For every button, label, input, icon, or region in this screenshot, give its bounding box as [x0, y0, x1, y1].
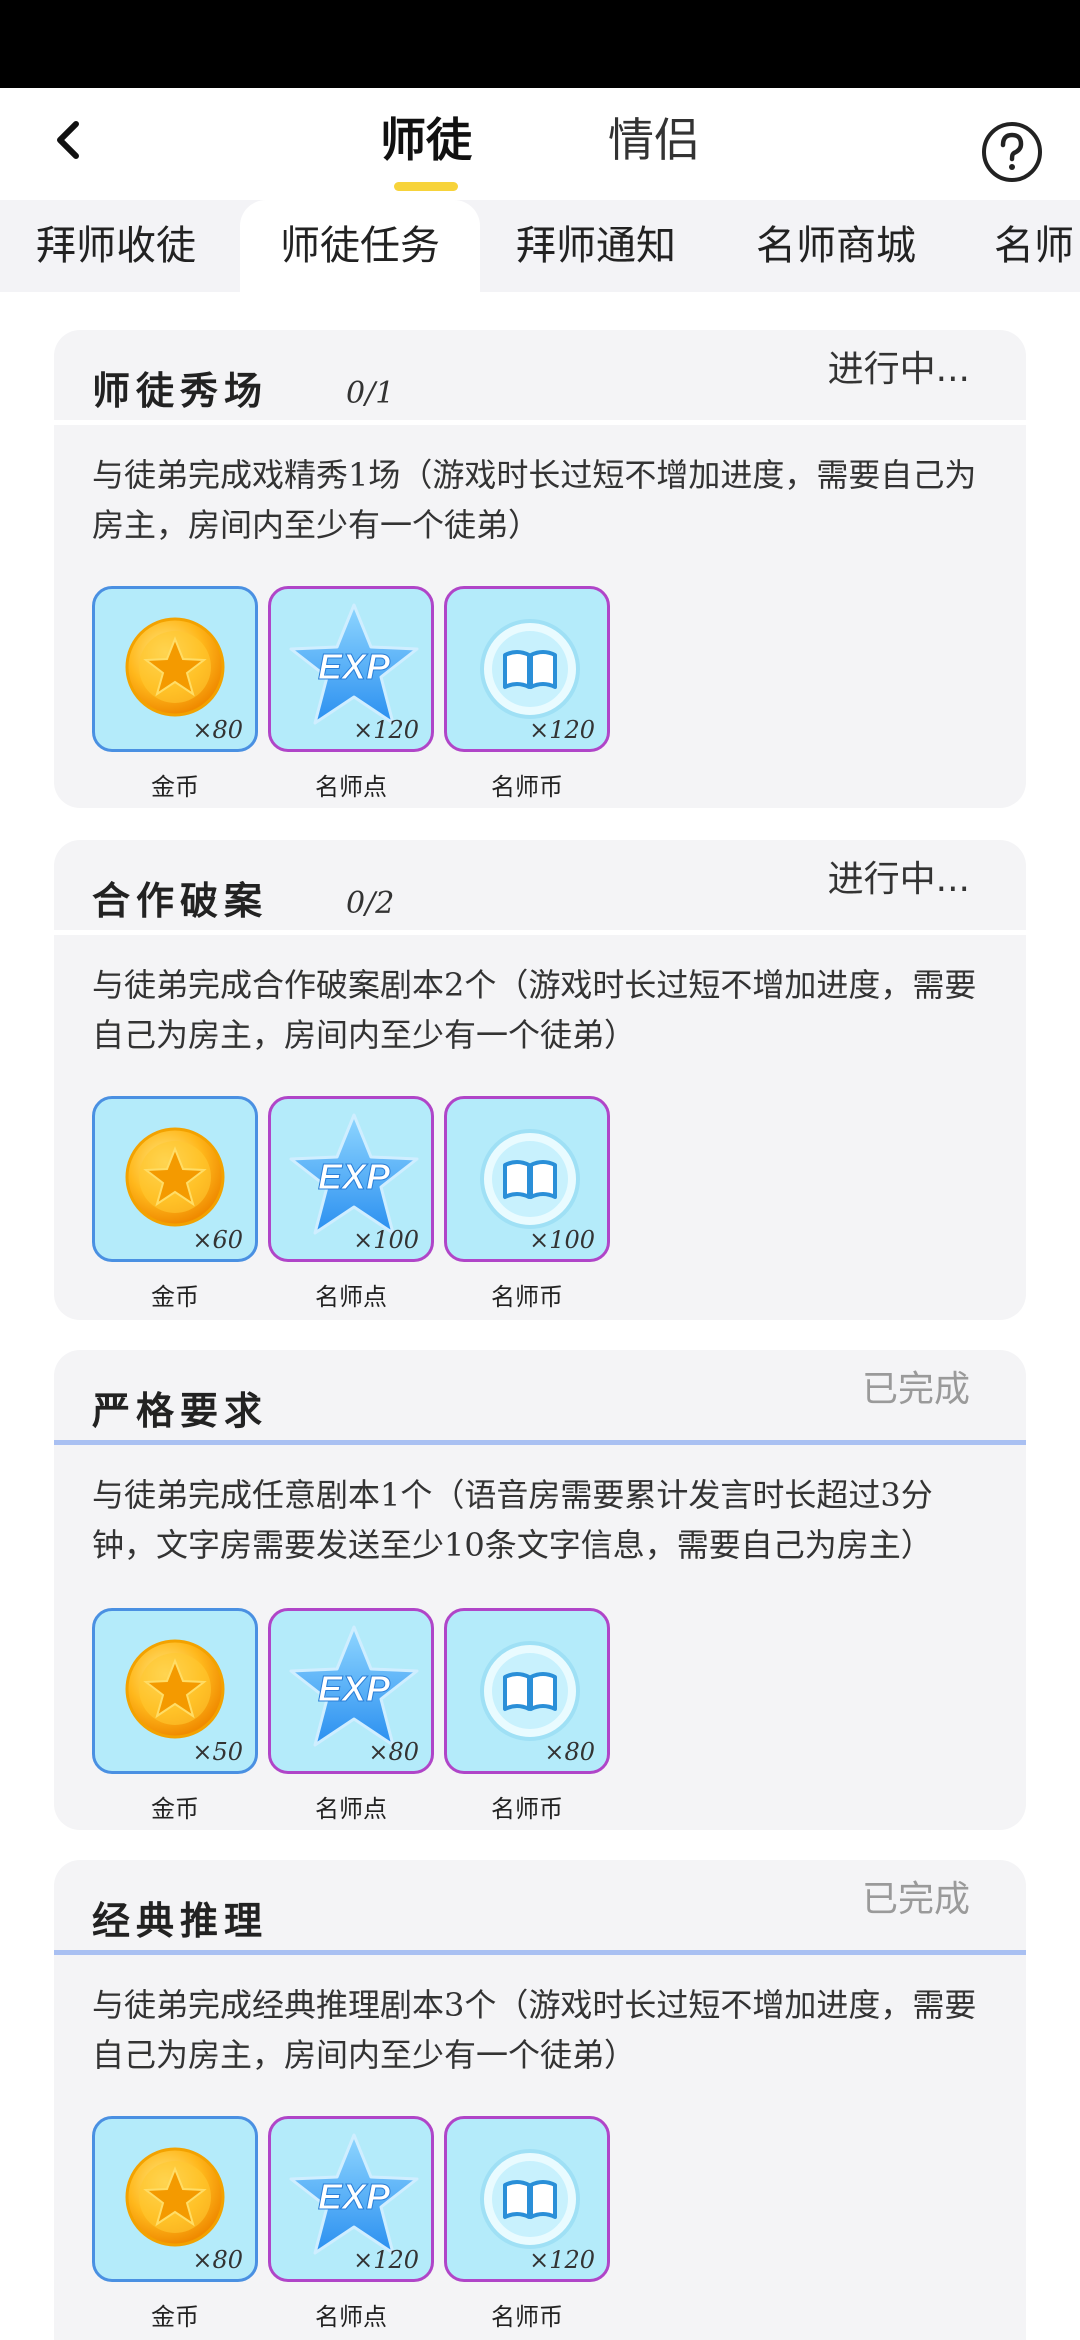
task-progress: 0/2: [346, 886, 395, 921]
back-button[interactable]: [40, 110, 100, 170]
task-card-header: 合作破案 0/2 进行中...: [54, 840, 1026, 935]
reward-icon-box: EXP ×80: [268, 1608, 434, 1774]
reward-item[interactable]: ×80 金币: [92, 2116, 258, 2340]
task-card-header: 经典推理 已完成: [54, 1860, 1026, 1955]
reward-list: ×50 金币 EXP ×80 名师点 ×80 名师币: [92, 1608, 632, 1848]
svg-text:EXP: EXP: [318, 1668, 391, 1709]
reward-icon-box: ×100: [444, 1096, 610, 1262]
sub-tab-bai-shi-tong-zhi[interactable]: 拜师通知: [516, 200, 676, 292]
reward-quantity: ×120: [353, 716, 419, 744]
task-title: 师徒秀场: [92, 368, 269, 413]
task-status: 进行中...: [827, 859, 970, 900]
reward-icon-box: ×80: [92, 586, 258, 752]
reward-quantity: ×50: [192, 1738, 243, 1766]
reward-quantity: ×60: [192, 1226, 243, 1254]
reward-name: 名师点: [315, 2303, 387, 2331]
reward-name: 名师点: [315, 1795, 387, 1823]
active-tab-indicator: [394, 182, 458, 191]
task-title: 合作破案: [92, 878, 269, 923]
header-divider: [54, 1440, 1026, 1445]
reward-icon-box: ×60: [92, 1096, 258, 1262]
question-circle-icon: [982, 122, 1042, 182]
reward-name: 名师点: [315, 773, 387, 801]
reward-item[interactable]: EXP ×120 名师点: [268, 586, 434, 826]
reward-name: 金币: [151, 773, 199, 801]
task-status: 已完成: [861, 1369, 970, 1410]
reward-item[interactable]: ×50 金币: [92, 1608, 258, 1848]
reward-item[interactable]: EXP ×80 名师点: [268, 1608, 434, 1848]
reward-name: 名师币: [491, 1795, 563, 1823]
reward-quantity: ×120: [529, 2246, 595, 2274]
sub-tab-shi-tu-ren-wu[interactable]: 师徒任务: [240, 200, 480, 292]
task-description: 与徒弟完成任意剧本1个（语音房需要累计发言时长超过3分钟，文字房需要发送至少10…: [92, 1476, 933, 1564]
sub-tab-bar: 拜师收徒 师徒任务 拜师通知 名师商城 名师: [0, 200, 1080, 292]
reward-item[interactable]: ×120 名师币: [444, 586, 610, 826]
svg-text:EXP: EXP: [318, 646, 391, 687]
reward-icon-box: EXP ×120: [268, 2116, 434, 2282]
header-divider: [54, 1950, 1026, 1955]
reward-icon-box: ×80: [92, 2116, 258, 2282]
sub-tab-ming-shi-shang-cheng[interactable]: 名师商城: [756, 200, 916, 292]
task-title: 经典推理: [92, 1898, 269, 1943]
sub-tab-ming-shi[interactable]: 名师: [994, 200, 1074, 292]
reward-icon-box: ×80: [444, 1608, 610, 1774]
task-title: 严格要求: [92, 1388, 269, 1433]
task-card: 师徒秀场 0/1 进行中... 与徒弟完成戏精秀1场（游戏时长过短不增加进度，需…: [54, 330, 1026, 808]
reward-name: 名师点: [315, 1283, 387, 1311]
task-description: 与徒弟完成经典推理剧本3个（游戏时长过短不增加进度，需要自己为房主，房间内至少有…: [92, 1986, 977, 2074]
reward-quantity: ×80: [368, 1738, 419, 1766]
reward-item[interactable]: ×100 名师币: [444, 1096, 610, 1336]
svg-text:EXP: EXP: [318, 1156, 391, 1197]
task-card: 合作破案 0/2 进行中... 与徒弟完成合作破案剧本2个（游戏时长过短不增加进…: [54, 840, 1026, 1320]
reward-quantity: ×80: [192, 2246, 243, 2274]
reward-name: 名师币: [491, 2303, 563, 2331]
reward-icon-box: ×120: [444, 586, 610, 752]
reward-name: 名师币: [491, 773, 563, 801]
reward-list: ×60 金币 EXP ×100 名师点 ×100 名师币: [92, 1096, 632, 1336]
reward-list: ×80 金币 EXP ×120 名师点 ×120 名师币: [92, 586, 632, 826]
reward-item[interactable]: ×80 金币: [92, 586, 258, 826]
chevron-left-icon: [57, 121, 79, 159]
task-description: 与徒弟完成合作破案剧本2个（游戏时长过短不增加进度，需要自己为房主，房间内至少有…: [92, 966, 977, 1054]
reward-quantity: ×100: [529, 1226, 595, 1254]
task-card-header: 严格要求 已完成: [54, 1350, 1026, 1445]
task-card-header: 师徒秀场 0/1 进行中...: [54, 330, 1026, 425]
reward-list: ×80 金币 EXP ×120 名师点 ×120 名师币: [92, 2116, 632, 2340]
reward-quantity: ×100: [353, 1226, 419, 1254]
task-progress: 0/1: [346, 376, 395, 411]
reward-quantity: ×120: [353, 2246, 419, 2274]
reward-icon-box: EXP ×100: [268, 1096, 434, 1262]
svg-text:EXP: EXP: [318, 2176, 391, 2217]
help-button[interactable]: [980, 120, 1044, 184]
task-card: 经典推理 已完成 与徒弟完成经典推理剧本3个（游戏时长过短不增加进度，需要自己为…: [54, 1860, 1026, 2340]
status-bar: [0, 0, 1080, 88]
reward-item[interactable]: ×120 名师币: [444, 2116, 610, 2340]
reward-item[interactable]: EXP ×120 名师点: [268, 2116, 434, 2340]
reward-name: 名师币: [491, 1283, 563, 1311]
reward-icon-box: EXP ×120: [268, 586, 434, 752]
header-divider: [54, 420, 1026, 425]
reward-icon-box: ×120: [444, 2116, 610, 2282]
sub-tab-bai-shi-shou-tu[interactable]: 拜师收徒: [36, 200, 196, 292]
reward-item[interactable]: ×80 名师币: [444, 1608, 610, 1848]
reward-quantity: ×80: [544, 1738, 595, 1766]
reward-name: 金币: [151, 2303, 199, 2331]
reward-quantity: ×80: [192, 716, 243, 744]
top-nav: 师徒 情侣: [0, 88, 1080, 200]
reward-icon-box: ×50: [92, 1608, 258, 1774]
task-status: 已完成: [861, 1879, 970, 1920]
reward-item[interactable]: ×60 金币: [92, 1096, 258, 1336]
task-card: 严格要求 已完成 与徒弟完成任意剧本1个（语音房需要累计发言时长超过3分钟，文字…: [54, 1350, 1026, 1830]
reward-item[interactable]: EXP ×100 名师点: [268, 1096, 434, 1336]
task-status: 进行中...: [827, 349, 970, 390]
reward-quantity: ×120: [529, 716, 595, 744]
reward-name: 金币: [151, 1795, 199, 1823]
task-description: 与徒弟完成戏精秀1场（游戏时长过短不增加进度，需要自己为房主，房间内至少有一个徒…: [92, 456, 977, 544]
header-divider: [54, 930, 1026, 935]
tab-qinglv[interactable]: 情侣: [608, 110, 700, 170]
tab-shitu[interactable]: 师徒: [380, 110, 472, 170]
reward-name: 金币: [151, 1283, 199, 1311]
